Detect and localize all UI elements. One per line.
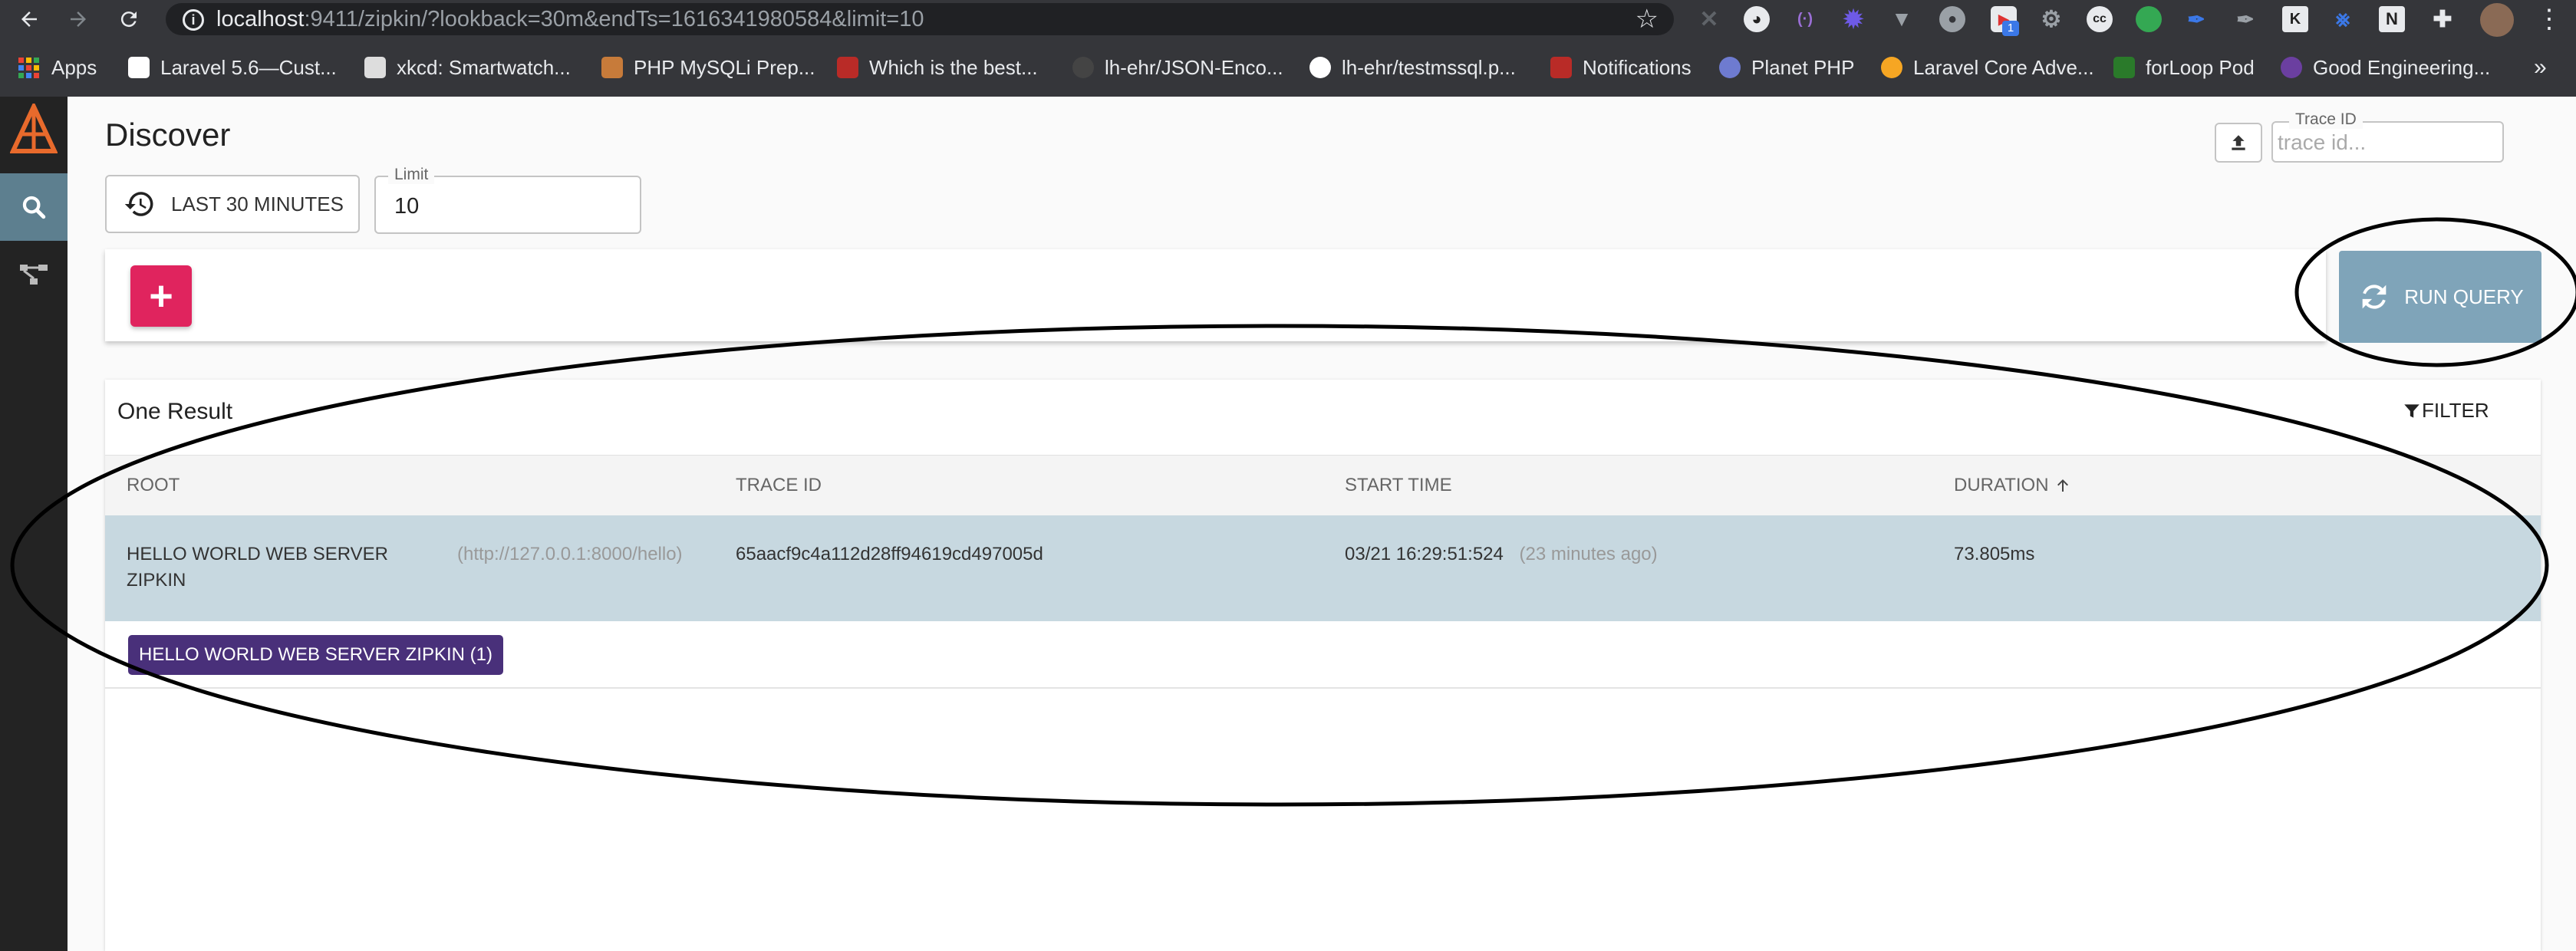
app-sidebar <box>0 97 68 951</box>
add-criteria-button[interactable]: + <box>130 265 192 327</box>
lookback-button[interactable]: LAST 30 MINUTES <box>105 175 360 233</box>
filter-label: FILTER <box>2422 399 2489 422</box>
sort-ascending-icon <box>2057 479 2068 492</box>
extension-notion-icon[interactable]: N <box>2379 6 2405 32</box>
extension-github-icon[interactable]: ◕ <box>1744 6 1770 32</box>
site-info-icon[interactable]: i <box>183 9 204 31</box>
service-badge[interactable]: HELLO WORLD WEB SERVER ZIPKIN (1) <box>128 635 503 675</box>
bookmark-planet-php[interactable]: Planet PHP <box>1719 38 1854 97</box>
results-table-header: ROOT TRACE ID START TIME DURATION <box>105 455 2541 516</box>
start-time-value: 03/21 16:29:51:524 <box>1345 544 1504 564</box>
upload-trace-button[interactable] <box>2215 123 2262 163</box>
quora-favicon-icon <box>1550 57 1572 78</box>
laravel-core-favicon-icon <box>1881 57 1902 78</box>
nav-discover-search-icon[interactable] <box>0 173 68 241</box>
github-favicon-icon <box>1072 57 1094 78</box>
bookmark-laravel-custom[interactable]: Laravel 5.6—Cust... <box>128 38 337 97</box>
bookmark-star-icon[interactable]: ☆ <box>1636 3 1659 35</box>
bookmark-quora[interactable]: Which is the best... <box>837 38 1038 97</box>
browser-menu-icon[interactable]: ⋮ <box>2535 0 2563 38</box>
limit-value[interactable]: 10 <box>394 194 419 219</box>
page-title: Discover <box>105 117 231 153</box>
forloop-favicon-icon <box>2113 57 2135 78</box>
filter-icon <box>2404 403 2420 418</box>
root-service-line2: ZIPKIN <box>127 570 186 591</box>
extension-k-icon[interactable]: K <box>2282 6 2308 32</box>
extensions-puzzle-icon[interactable]: ✚ <box>2429 6 2456 32</box>
column-header-trace-id[interactable]: TRACE ID <box>736 456 822 515</box>
browser-toolbar: i localhost:9411/zipkin/?lookback=30m&en… <box>0 0 2576 38</box>
extension-vue-icon[interactable]: ▼ <box>1889 6 1915 32</box>
bookmarks-overflow-icon[interactable]: » <box>2534 38 2547 97</box>
limit-label: Limit <box>388 166 435 184</box>
bookmark-php-mysqli[interactable]: PHP MySQLi Prep... <box>601 38 815 97</box>
extension-feather-icon[interactable]: ✒ <box>2183 6 2209 32</box>
apps-grid-icon <box>18 57 39 78</box>
reload-icon[interactable] <box>114 0 144 38</box>
extension-x-icon[interactable]: ✕ <box>1696 6 1722 32</box>
bookmark-apps[interactable]: Apps <box>18 38 97 97</box>
row-divider <box>105 687 2541 689</box>
run-query-button[interactable]: RUN QUERY <box>2339 251 2541 343</box>
quora-favicon-icon <box>837 57 858 78</box>
extension-gear-icon[interactable]: ⚙ <box>2038 6 2064 32</box>
extension-chrome-icon[interactable]: ● <box>1939 6 1965 32</box>
filter-button[interactable]: FILTER <box>2402 399 2489 423</box>
column-header-root[interactable]: ROOT <box>127 456 180 515</box>
medium-favicon-icon <box>128 57 150 78</box>
lookback-label: LAST 30 MINUTES <box>171 192 344 216</box>
forward-icon[interactable] <box>63 0 94 38</box>
extension-quill-icon[interactable]: ✒ <box>2232 6 2258 32</box>
limit-field[interactable]: 10 <box>374 176 641 234</box>
bookmark-laravel-core[interactable]: Laravel Core Adve... <box>1881 38 2094 97</box>
url-text[interactable]: localhost:9411/zipkin/?lookback=30m&endT… <box>216 3 924 35</box>
profile-avatar-icon[interactable] <box>2480 3 2514 37</box>
history-icon <box>124 192 153 216</box>
root-service-line1: HELLO WORLD WEB SERVER <box>127 544 388 564</box>
planet-php-favicon-icon <box>1719 57 1741 78</box>
bookmark-json-encoder[interactable]: lh-ehr/JSON-Enco... <box>1072 38 1283 97</box>
bookmark-testmssql[interactable]: lh-ehr/testmssql.p... <box>1309 38 1516 97</box>
extension-cc-icon[interactable]: cc <box>2087 6 2113 32</box>
bookmark-forloop-pod[interactable]: forLoop Pod <box>2113 38 2255 97</box>
trace-id-input[interactable] <box>2273 130 2477 155</box>
bookmark-good-engineering[interactable]: Good Engineering... <box>2281 38 2490 97</box>
column-header-start-time[interactable]: START TIME <box>1345 456 1452 515</box>
row-root-service: HELLO WORLD WEB SERVER ZIPKIN <box>127 541 388 594</box>
column-header-duration[interactable]: DURATION <box>1954 456 2072 515</box>
row-trace-id: 65aacf9c4a112d28ff94619cd497005d <box>736 544 1043 564</box>
address-bar[interactable]: i localhost:9411/zipkin/?lookback=30m&en… <box>166 3 1674 35</box>
extension-green-icon[interactable] <box>2136 6 2162 32</box>
extension-star-icon[interactable]: ✹ <box>1840 5 1866 33</box>
row-duration: 73.805ms <box>1954 544 2035 564</box>
run-query-label: RUN QUERY <box>2404 285 2524 308</box>
trace-id-label: Trace ID <box>2289 110 2363 129</box>
nav-dependencies-icon[interactable] <box>0 241 68 308</box>
upload-icon <box>2232 135 2245 150</box>
back-icon[interactable] <box>14 0 44 38</box>
results-summary: One Result <box>117 399 233 424</box>
zipkin-logo-icon[interactable] <box>0 97 68 164</box>
row-root-url: (http://127.0.0.1:8000/hello) <box>457 544 683 564</box>
duration-header-label: DURATION <box>1954 475 2049 495</box>
good-engineering-favicon-icon <box>2281 57 2302 78</box>
bookmarks-bar: Apps Laravel 5.6—Cust... xkcd: Smartwatc… <box>0 38 2576 97</box>
table-row[interactable]: HELLO WORLD WEB SERVER ZIPKIN (http://12… <box>105 515 2541 621</box>
row-start-time: 03/21 16:29:51:524 (23 minutes ago) <box>1345 541 1658 568</box>
refresh-icon <box>2362 285 2387 309</box>
bookmark-notifications[interactable]: Notifications <box>1550 38 1692 97</box>
extension-count-badge: 1 <box>2002 21 2019 36</box>
start-time-relative: (23 minutes ago) <box>1519 544 1658 564</box>
github-favicon-icon <box>1309 57 1331 78</box>
php-favicon-icon <box>601 57 623 78</box>
extension-radio-icon[interactable]: (·) <box>1792 6 1818 32</box>
query-criteria-bar <box>105 249 2326 341</box>
bookmark-xkcd[interactable]: xkcd: Smartwatch... <box>364 38 571 97</box>
extension-cross-icon[interactable]: ⨳ <box>2330 6 2356 32</box>
xkcd-favicon-icon <box>364 57 386 78</box>
